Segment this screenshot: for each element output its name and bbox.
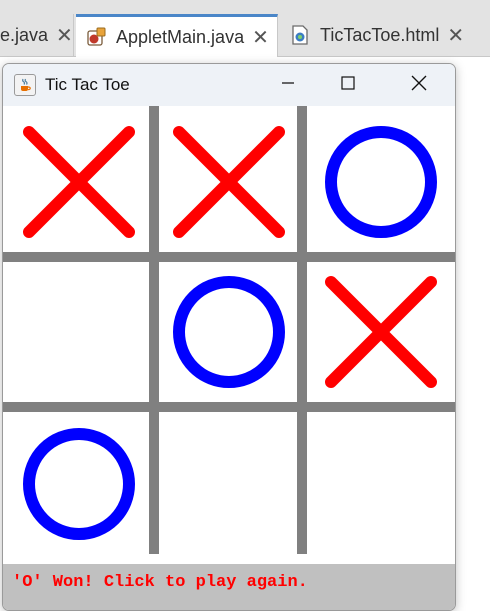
grid-line-vertical — [297, 106, 307, 554]
close-button[interactable] — [389, 64, 449, 106]
tab-tictactoe-html[interactable]: TicTacToe.html ✕ — [280, 14, 490, 56]
close-icon[interactable]: ✕ — [56, 23, 73, 48]
board-cell-1-0[interactable] — [3, 262, 149, 402]
java-cup-icon — [14, 74, 36, 96]
grid-line-horizontal — [3, 252, 455, 262]
maximize-icon — [341, 75, 355, 95]
close-icon[interactable]: ✕ — [252, 25, 269, 50]
status-bar: 'O' Won! Click to play again. — [3, 564, 455, 610]
board-cell-2-1[interactable] — [159, 412, 297, 564]
minimize-button[interactable] — [258, 64, 318, 106]
html-file-icon — [290, 25, 310, 45]
tab-appletmain-java[interactable]: AppletMain.java ✕ — [76, 14, 278, 57]
java-applet-file-icon — [86, 27, 106, 47]
applet-window: Tic Tac Toe 'O' Won! Click to play again… — [2, 63, 456, 611]
close-icon[interactable]: ✕ — [447, 23, 464, 48]
tab-label: AppletMain.java — [116, 26, 245, 47]
close-icon — [411, 75, 427, 96]
minimize-icon — [281, 76, 295, 95]
maximize-button[interactable] — [318, 64, 378, 106]
grid-line-horizontal — [3, 402, 455, 412]
tab-label: TicTacToe.html — [320, 24, 440, 45]
editor-tab-strip: e.java ✕ AppletMain.java ✕ TicTacToe.htm… — [0, 0, 490, 57]
status-message: 'O' Won! Click to play again. — [12, 573, 308, 592]
grid-line-vertical — [149, 106, 159, 554]
board-cell-2-2[interactable] — [307, 412, 455, 564]
game-board[interactable] — [3, 106, 455, 564]
tab-label: e.java — [0, 24, 49, 45]
tab-e-java[interactable]: e.java ✕ — [0, 14, 74, 56]
window-title-bar[interactable]: Tic Tac Toe — [3, 64, 455, 106]
board-canvas[interactable] — [3, 106, 455, 564]
window-title: Tic Tac Toe — [45, 75, 130, 94]
